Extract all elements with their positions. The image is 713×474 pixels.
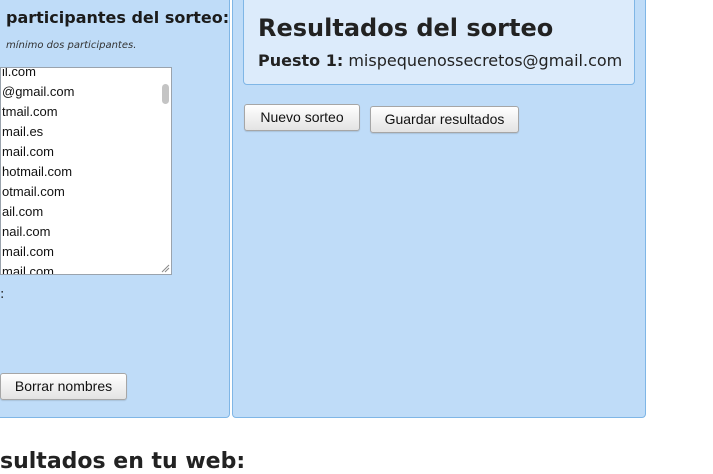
participant-line: ail.com	[2, 204, 44, 219]
save-results-button[interactable]: Guardar resultados	[370, 106, 519, 133]
participant-line: mail.com	[2, 144, 55, 159]
participant-line: nail.com	[2, 224, 51, 239]
field-label: :	[0, 287, 5, 302]
participants-hint: mínimo dos participantes.	[6, 40, 137, 51]
participant-line: il.com	[2, 67, 36, 79]
participant-line: mail.com	[2, 264, 55, 275]
participant-line: mail.com	[2, 244, 55, 259]
result-place-label: Puesto 1:	[258, 51, 344, 70]
participant-line: tmail.com	[2, 104, 58, 119]
new-draw-button[interactable]: Nuevo sorteo	[244, 104, 360, 131]
participant-line: otmail.com	[2, 184, 65, 199]
participant-line: hotmail.com	[2, 164, 73, 179]
participant-line: mail.es	[2, 124, 44, 139]
clear-names-button[interactable]: Borrar nombres	[0, 373, 127, 400]
textarea-scroll-thumb[interactable]	[162, 84, 169, 104]
result-entry: Puesto 1: mispequenossecretos@gmail.com	[258, 51, 622, 70]
result-place-value: mispequenossecretos@gmail.com	[348, 51, 623, 70]
participant-line: @gmail.com	[2, 84, 75, 99]
results-box	[243, 0, 635, 85]
participants-heading: participantes del sorteo:	[6, 8, 230, 27]
resize-grip-icon[interactable]	[160, 263, 170, 273]
results-title: Resultados del sorteo	[258, 14, 554, 42]
participants-textarea[interactable]: il.com @gmail.com tmail.com mail.es mail.com…	[0, 67, 172, 275]
